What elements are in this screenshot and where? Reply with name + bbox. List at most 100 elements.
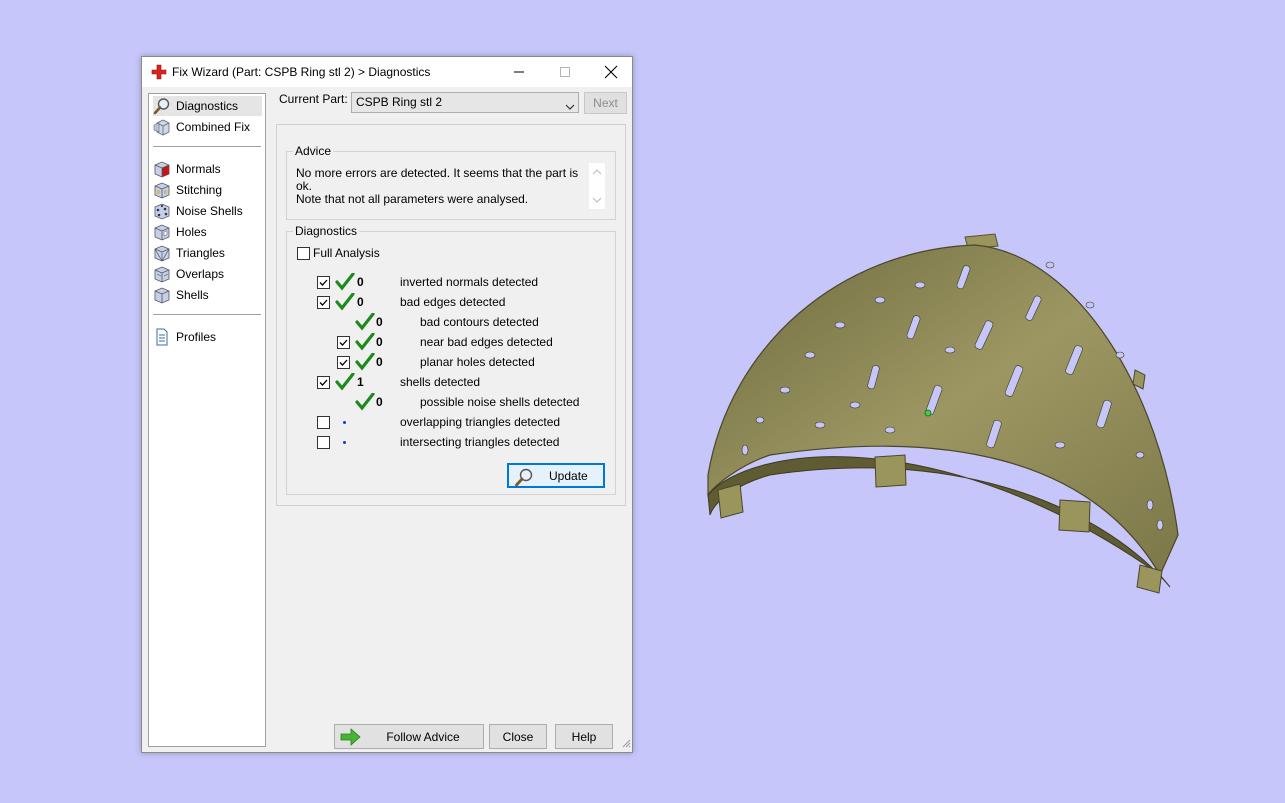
- close-button-label: Close: [502, 730, 534, 744]
- sidebar-item-triangles[interactable]: Triangles: [153, 243, 262, 263]
- green-check-icon: [335, 373, 355, 391]
- update-button-label: Update: [549, 469, 588, 483]
- cube-noise-icon: [153, 202, 171, 220]
- magnifier-icon: [514, 467, 534, 490]
- full-analysis-label: Full Analysis: [313, 246, 380, 260]
- advice-title: Advice: [293, 144, 334, 158]
- sidebar-item-label: Stitching: [176, 183, 223, 197]
- cube-triangles-icon: [153, 244, 171, 262]
- close-button[interactable]: Close: [489, 724, 547, 749]
- green-check-icon: [335, 293, 355, 311]
- planar-holes-count: 0: [376, 355, 383, 369]
- sidebar-item-normals[interactable]: Normals: [153, 159, 262, 179]
- help-button-label: Help: [571, 730, 597, 744]
- cube-normals-icon: [153, 160, 171, 178]
- noise-shells-count: 0: [376, 395, 383, 409]
- green-check-icon: [335, 273, 355, 291]
- shells-label: shells detected: [400, 375, 481, 389]
- sidebar-item-label: Noise Shells: [176, 204, 243, 218]
- planar-holes-label: planar holes detected: [420, 355, 535, 369]
- sidebar-item-label: Shells: [176, 288, 209, 302]
- update-button[interactable]: Update: [507, 463, 605, 488]
- sidebar-item-label: Profiles: [176, 330, 217, 344]
- green-check-icon: [355, 353, 375, 371]
- close-window-button[interactable]: [588, 57, 634, 87]
- diagnostics-group: Diagnostics Full Analysis 0 inverted nor…: [286, 224, 616, 495]
- advice-group: Advice No more errors are detected. It s…: [286, 144, 616, 220]
- chevron-down-icon: [565, 98, 575, 117]
- follow-advice-label: Follow Advice: [386, 730, 460, 744]
- sidebar-item-label: Combined Fix: [176, 120, 251, 134]
- planar-holes-checkbox[interactable]: [337, 356, 350, 369]
- sidebar-item-overlaps[interactable]: Overlaps: [153, 264, 262, 284]
- sidebar-item-noise-shells[interactable]: Noise Shells: [153, 201, 262, 221]
- wizard-sidebar: Diagnostics Combined Fix Normals Stitchi…: [148, 93, 266, 747]
- sidebar-item-stitching[interactable]: Stitching: [153, 180, 262, 200]
- sidebar-item-label: Normals: [176, 162, 221, 176]
- near-bad-edges-count: 0: [376, 335, 383, 349]
- sidebar-item-label: Holes: [176, 225, 207, 239]
- advice-line-1: No more errors are detected. It seems th…: [296, 166, 579, 193]
- current-part-dropdown[interactable]: CSPB Ring stl 2: [351, 92, 579, 113]
- cube-overlaps-icon: [153, 265, 171, 283]
- green-check-icon: [355, 333, 375, 351]
- current-part-label: Current Part:: [279, 92, 348, 106]
- cube-stack-icon: [153, 118, 171, 136]
- shells-checkbox[interactable]: [317, 376, 330, 389]
- pivot-point-icon: [924, 409, 932, 417]
- overlapping-triangles-label: overlapping triangles detected: [400, 415, 561, 429]
- document-icon: [153, 328, 171, 346]
- sidebar-item-combined-fix[interactable]: Combined Fix: [153, 117, 262, 137]
- resize-grip-icon[interactable]: [621, 737, 631, 751]
- next-button[interactable]: Next: [584, 92, 627, 114]
- noise-shells-label: possible noise shells detected: [420, 395, 580, 409]
- current-part-value: CSPB Ring stl 2: [356, 95, 443, 109]
- sidebar-divider: [153, 314, 261, 315]
- intersecting-triangles-checkbox[interactable]: [317, 436, 330, 449]
- scroll-arrows-icon: [592, 169, 602, 203]
- sidebar-item-label: Overlaps: [176, 267, 225, 281]
- bad-contours-count: 0: [376, 315, 383, 329]
- advice-line-2: Note that not all parameters were analys…: [296, 192, 529, 206]
- red-cross-icon: [151, 64, 167, 80]
- diagnostics-panel: Advice No more errors are detected. It s…: [276, 124, 626, 506]
- overlapping-triangles-checkbox[interactable]: [317, 416, 330, 429]
- green-check-icon: [355, 313, 375, 331]
- maximize-icon: [560, 67, 570, 77]
- advice-scrollbar[interactable]: [589, 163, 605, 209]
- maximize-button[interactable]: [542, 57, 588, 87]
- bad-contours-label: bad contours detected: [420, 315, 539, 329]
- title-bar[interactable]: Fix Wizard (Part: CSPB Ring stl 2) > Dia…: [142, 57, 632, 87]
- minimize-icon: [514, 71, 524, 73]
- inverted-normals-count: 0: [357, 275, 364, 289]
- fix-wizard-dialog: Fix Wizard (Part: CSPB Ring stl 2) > Dia…: [141, 56, 633, 753]
- sidebar-item-label: Triangles: [176, 246, 225, 260]
- cube-shells-icon: [153, 286, 171, 304]
- inverted-normals-checkbox[interactable]: [317, 276, 330, 289]
- magnifier-icon: [153, 97, 171, 115]
- cube-holes-icon: [153, 223, 171, 241]
- bad-edges-count: 0: [357, 295, 364, 309]
- intersecting-triangles-label: intersecting triangles detected: [400, 435, 560, 449]
- help-button[interactable]: Help: [555, 724, 613, 749]
- sidebar-item-profiles[interactable]: Profiles: [153, 327, 262, 347]
- bad-edges-checkbox[interactable]: [317, 296, 330, 309]
- close-icon: [604, 65, 618, 79]
- follow-advice-button[interactable]: Follow Advice: [334, 724, 484, 749]
- sidebar-item-holes[interactable]: Holes: [153, 222, 262, 242]
- cube-stitching-icon: [153, 181, 171, 199]
- ring-3d-model[interactable]: [690, 225, 1190, 605]
- sidebar-item-diagnostics[interactable]: Diagnostics: [153, 96, 262, 116]
- near-bad-edges-checkbox[interactable]: [337, 336, 350, 349]
- window-title: Fix Wizard (Part: CSPB Ring stl 2) > Dia…: [172, 65, 431, 79]
- minimize-button[interactable]: [496, 57, 542, 87]
- sidebar-item-shells[interactable]: Shells: [153, 285, 262, 305]
- sidebar-item-label: Diagnostics: [176, 99, 239, 113]
- shells-count: 1: [357, 375, 364, 389]
- full-analysis-checkbox[interactable]: [297, 247, 310, 260]
- not-analysed-icon: [343, 421, 346, 424]
- advice-text: No more errors are detected. It seems th…: [296, 167, 586, 206]
- diagnostics-title: Diagnostics: [293, 224, 360, 238]
- bad-edges-label: bad edges detected: [400, 295, 506, 309]
- not-analysed-icon: [343, 441, 346, 444]
